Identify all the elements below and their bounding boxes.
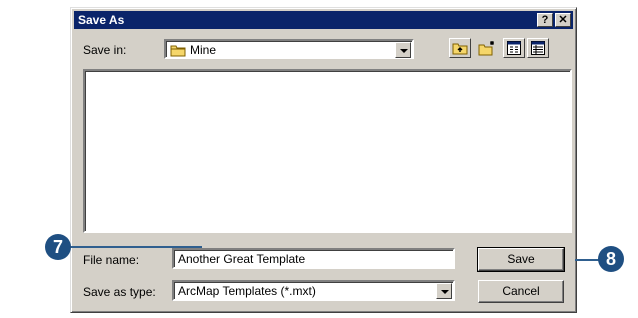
chevron-down-icon[interactable] <box>436 283 452 299</box>
help-button[interactable]: ? <box>537 13 553 27</box>
save-in-label: Save in: <box>83 43 127 57</box>
details-view-icon <box>531 41 545 58</box>
save-as-type-value: ArcMap Templates (*.mxt) <box>178 284 316 298</box>
close-button[interactable]: ✕ <box>555 13 571 27</box>
save-as-dialog: Save As ? ✕ Save in: Mine File name: Ano… <box>70 7 577 313</box>
save-button[interactable]: Save <box>477 247 565 272</box>
details-view-button[interactable] <box>527 38 549 58</box>
dialog-title: Save As <box>78 13 125 27</box>
file-name-field[interactable]: Another Great Template <box>172 248 455 269</box>
save-in-value: Mine <box>190 43 217 57</box>
save-as-type-label: Save as type: <box>83 285 156 299</box>
chevron-down-icon[interactable] <box>395 42 411 58</box>
file-list[interactable] <box>83 69 572 233</box>
callout-badge-8: 8 <box>598 246 624 272</box>
up-one-level-button[interactable] <box>449 38 471 58</box>
save-in-dropdown[interactable]: Mine <box>164 39 414 59</box>
folder-icon <box>170 43 186 60</box>
list-view-button[interactable] <box>503 38 525 58</box>
list-view-icon <box>507 41 521 58</box>
cancel-button[interactable]: Cancel <box>478 280 564 303</box>
file-name-value: Another Great Template <box>178 252 306 266</box>
save-as-type-dropdown[interactable]: ArcMap Templates (*.mxt) <box>172 280 455 301</box>
file-name-label: File name: <box>83 253 140 267</box>
create-new-folder-icon <box>478 40 496 59</box>
callout-badge-7: 7 <box>45 234 71 260</box>
up-one-level-icon <box>452 40 468 59</box>
create-new-folder-button[interactable] <box>475 38 497 58</box>
title-bar: Save As ? ✕ <box>74 11 573 29</box>
callout-line-7 <box>58 246 202 248</box>
